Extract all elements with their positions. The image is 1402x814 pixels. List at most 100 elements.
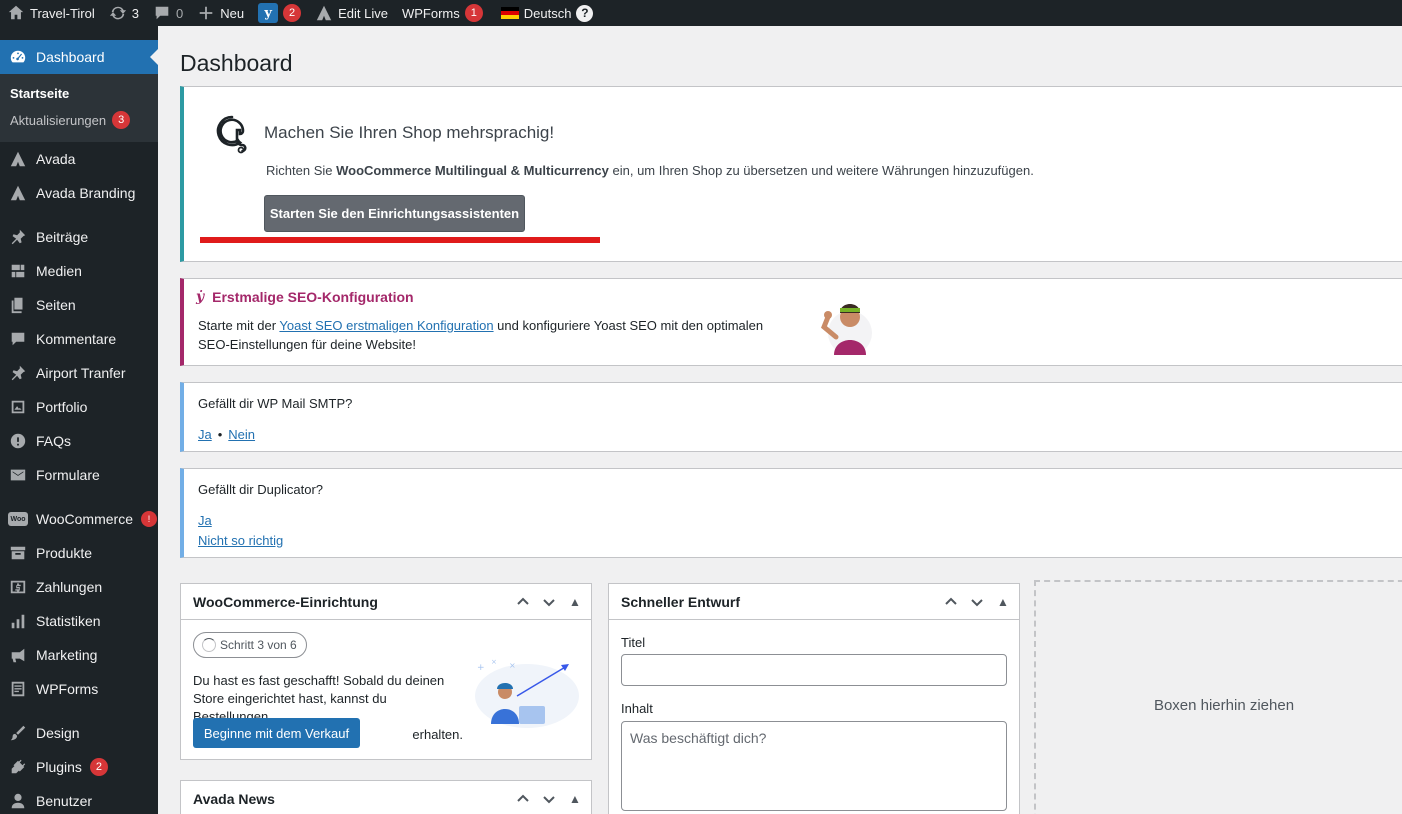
bar-chart-icon (11, 614, 25, 629)
menu-posts[interactable]: Beiträge (0, 220, 158, 254)
updates-menu[interactable]: 3 (102, 0, 146, 26)
pin-icon (11, 229, 26, 245)
megaphone-icon (11, 648, 25, 663)
updates-badge: 3 (112, 111, 131, 129)
draft-content-textarea[interactable]: Was beschäftigt dich? (621, 721, 1007, 811)
move-down-icon[interactable] (539, 789, 559, 809)
menu-wpforms-label: WPForms (36, 681, 99, 697)
yoast-menu[interactable]: y 2 (251, 0, 308, 26)
menu-design[interactable]: Design (0, 716, 158, 750)
draft-title-input[interactable] (621, 654, 1007, 686)
submenu-home[interactable]: Startseite (0, 81, 158, 106)
move-up-icon[interactable] (513, 592, 533, 612)
menu-faqs[interactable]: FAQs (0, 424, 158, 458)
menu-avada[interactable]: Avada (0, 142, 158, 176)
wpml-desc-bold: WooCommerce Multilingual & Multicurrency (336, 163, 609, 178)
duplicator-no-link[interactable]: Nicht so richtig (198, 533, 283, 548)
menu-plugins-label: Plugins (36, 759, 82, 775)
menu-posts-label: Beiträge (36, 229, 89, 245)
menu-wpforms[interactable]: WPForms (0, 672, 158, 706)
plus-icon (199, 6, 213, 20)
menu-portfolio-label: Portfolio (36, 399, 88, 415)
draft-content-label: Inhalt (621, 701, 653, 716)
yoast-icon: y (258, 3, 279, 23)
move-up-icon[interactable] (941, 592, 961, 612)
menu-products-label: Produkte (36, 545, 93, 561)
menu-marketing-label: Marketing (36, 647, 98, 663)
refresh-icon (109, 6, 126, 20)
start-setup-wizard-button[interactable]: Starten Sie den Einrichtungsassistenten (264, 195, 525, 232)
dashboard-submenu: Startseite Aktualisierungen 3 (0, 74, 158, 142)
menu-comments-label: Kommentare (36, 331, 117, 347)
comment-icon (155, 6, 169, 20)
quick-draft-widget: Schneller Entwurf ▲ Titel Inhalt Was bes… (608, 583, 1020, 814)
pages-icon (11, 297, 23, 314)
menu-products[interactable]: Produkte (0, 536, 158, 570)
comments-menu[interactable]: 0 (146, 0, 190, 26)
menu-portfolio[interactable]: Portfolio (0, 390, 158, 424)
move-up-icon[interactable] (513, 789, 533, 809)
menu-statistics[interactable]: Statistiken (0, 604, 158, 638)
svg-text:×: × (491, 658, 497, 666)
smtp-no-link[interactable]: Nein (228, 427, 255, 442)
avada-news-header[interactable]: Avada News ▲ (181, 781, 591, 814)
menu-payments[interactable]: Zahlungen (0, 570, 158, 604)
menu-comments[interactable]: Kommentare (0, 322, 158, 356)
move-down-icon[interactable] (967, 592, 987, 612)
wpml-desc-after: ein, um Ihren Shop zu übersetzen und wei… (608, 163, 1034, 178)
duplicator-question: Gefällt dir Duplicator? (198, 482, 323, 497)
edit-live-menu[interactable]: Edit Live (308, 0, 395, 26)
menu-avada-branding[interactable]: Avada Branding (0, 176, 158, 210)
mail-icon (10, 469, 26, 481)
admin-sidebar: Dashboard Startseite Aktualisierungen 3 … (0, 26, 158, 814)
dollar-icon (10, 580, 26, 594)
quick-draft-header[interactable]: Schneller Entwurf ▲ (609, 584, 1019, 620)
menu-dashboard[interactable]: Dashboard (0, 40, 158, 74)
avada-branding-icon (10, 185, 26, 201)
collapse-icon[interactable]: ▲ (565, 789, 585, 809)
plugins-badge: 2 (89, 758, 108, 776)
yoast-config-link[interactable]: Yoast SEO erstmaligen Konfiguration (279, 318, 493, 333)
setup-text-main: Du hast es fast geschafft! Sobald du dei… (193, 673, 445, 724)
menu-forms[interactable]: Formulare (0, 458, 158, 492)
comments-count: 0 (176, 5, 184, 21)
widget-drop-zone[interactable]: Boxen hierhin ziehen (1034, 580, 1402, 814)
menu-plugins[interactable]: Plugins 2 (0, 750, 158, 784)
site-menu[interactable]: Travel-Tirol (0, 0, 102, 26)
menu-avada-branding-label: Avada Branding (36, 185, 136, 201)
duplicator-yes-link[interactable]: Ja (198, 513, 212, 528)
help-icon[interactable]: ? (576, 4, 594, 22)
wpml-logo-icon (216, 115, 247, 154)
start-selling-button[interactable]: Beginne mit dem Verkauf (193, 718, 360, 748)
main-content: Dashboard Machen Sie Ihren Shop mehrspra… (180, 26, 1402, 814)
yoast-notice-text: Starte mit der Yoast SEO erstmaligen Kon… (198, 316, 798, 354)
language-menu[interactable]: Deutsch ? (494, 0, 601, 26)
move-down-icon[interactable] (539, 592, 559, 612)
menu-woocommerce[interactable]: Woo WooCommerce ! (0, 502, 158, 536)
media-icon (11, 264, 25, 278)
setup-illustration: + × × (475, 658, 579, 728)
menu-marketing[interactable]: Marketing (0, 638, 158, 672)
woocommerce-setup-header[interactable]: WooCommerce-Einrichtung ▲ (181, 584, 591, 620)
wpforms-menu[interactable]: WPForms 1 (395, 0, 490, 26)
highlight-underline (200, 237, 600, 243)
menu-pages[interactable]: Seiten (0, 288, 158, 322)
duplicator-feedback-notice: Gefällt dir Duplicator? Ja Nicht so rich… (180, 468, 1402, 558)
setup-step-pill: Schritt 3 von 6 (193, 632, 307, 658)
svg-text:×: × (509, 661, 516, 670)
edit-live-label: Edit Live (338, 5, 388, 21)
menu-pages-label: Seiten (36, 297, 76, 313)
menu-users[interactable]: Benutzer (0, 784, 158, 814)
submenu-updates[interactable]: Aktualisierungen 3 (0, 106, 158, 134)
yoast-text-before: Starte mit der (198, 318, 280, 333)
home-icon (8, 5, 24, 20)
menu-media[interactable]: Medien (0, 254, 158, 288)
quick-draft-title: Schneller Entwurf (621, 593, 741, 610)
collapse-icon[interactable]: ▲ (565, 592, 585, 612)
collapse-icon[interactable]: ▲ (993, 592, 1013, 612)
new-content-menu[interactable]: Neu (190, 0, 251, 26)
yoast-notice: ẏ Erstmalige SEO-Konfiguration Starte mi… (180, 278, 1402, 366)
smtp-yes-link[interactable]: Ja (198, 427, 212, 442)
menu-airport-transfer[interactable]: Airport Tranfer (0, 356, 158, 390)
yoast-badge: 2 (283, 4, 302, 22)
